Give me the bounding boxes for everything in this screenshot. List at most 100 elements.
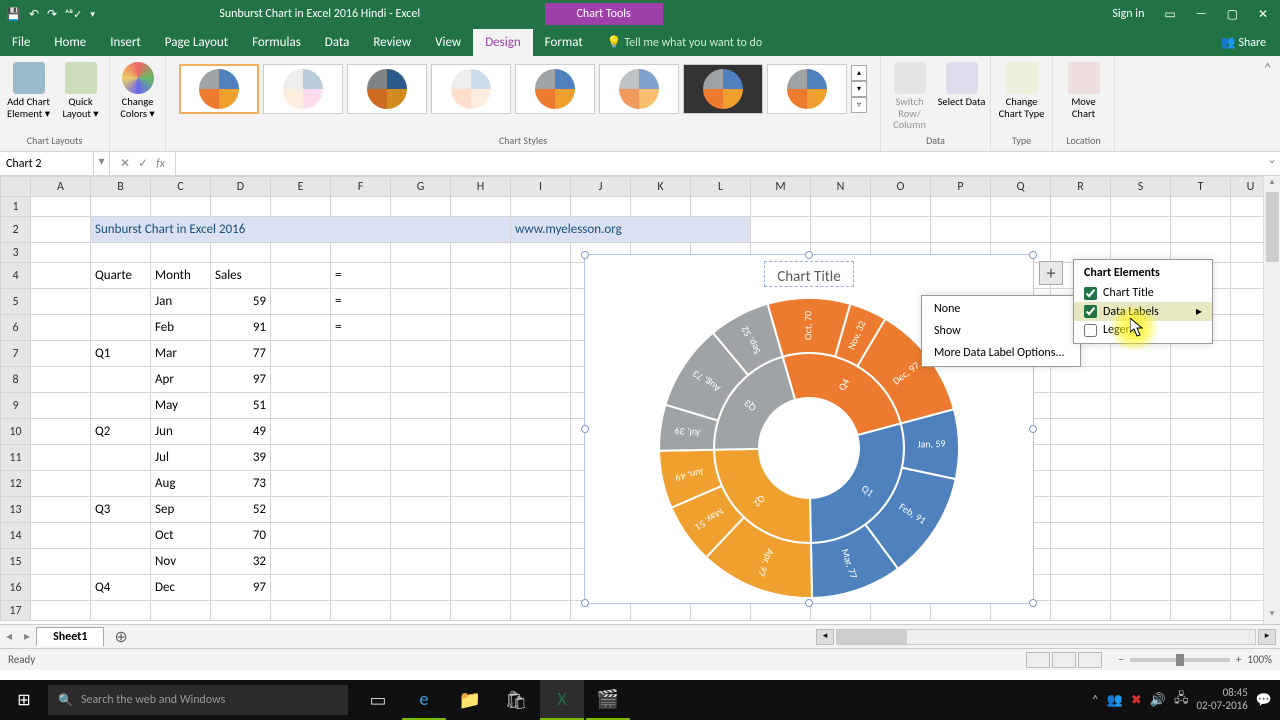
cell-I2[interactable]: www.myelesson.org [511,217,751,243]
cell-C3[interactable] [151,243,211,263]
quick-layout-button[interactable]: Quick Layout ▾ [57,58,105,119]
cell-E9[interactable] [271,393,331,419]
view-page-break-button[interactable] [1078,652,1102,668]
cell-A4[interactable] [31,263,91,289]
cell-A3[interactable] [31,243,91,263]
zoom-level[interactable]: 100% [1247,653,1272,666]
cell-C16[interactable]: Dec [151,575,211,601]
cell-D11[interactable]: 39 [211,445,271,471]
cell-B16[interactable]: Q4 [91,575,151,601]
cell-G12[interactable] [391,471,451,497]
chart-style-8[interactable] [767,64,847,114]
cell-E5[interactable] [271,289,331,315]
cell-C1[interactable] [151,197,211,217]
col-header-P[interactable]: P [931,177,991,197]
cell-S1[interactable] [1111,197,1171,217]
expand-formula-bar-icon[interactable]: ⌄ [1264,152,1280,175]
col-header-G[interactable]: G [391,177,451,197]
cell-E17[interactable] [271,601,331,621]
cell-C5[interactable]: Jan [151,289,211,315]
cell-E15[interactable] [271,549,331,575]
cell-G9[interactable] [391,393,451,419]
cell-D4[interactable]: Sales [211,263,271,289]
new-sheet-button[interactable]: ⊕ [104,627,137,647]
col-header-T[interactable]: T [1171,177,1231,197]
cell-E1[interactable] [271,197,331,217]
enter-formula-icon[interactable]: ✓ [138,156,148,171]
cell-E13[interactable] [271,497,331,523]
cell-S8[interactable] [1111,367,1171,393]
sunburst-chart[interactable]: Q1Jan, 59Feb, 91Mar, 77Q2Apr, 97May, 51J… [654,293,964,603]
cell-B2[interactable]: Sunburst Chart in Excel 2016 [91,217,511,243]
col-header-A[interactable]: A [31,177,91,197]
cell-H10[interactable] [451,419,511,445]
change-colors-button[interactable]: Change Colors ▾ [114,58,162,119]
col-header-N[interactable]: N [811,177,871,197]
cell-F15[interactable] [331,549,391,575]
worksheet-area[interactable]: ABCDEFGHIJKLMNOPQRSTU12Sunburst Chart in… [0,176,1280,624]
cell-D15[interactable]: 32 [211,549,271,575]
cell-F16[interactable] [331,575,391,601]
row-header-3[interactable]: 3 [1,243,31,263]
cell-T2[interactable] [1171,217,1231,243]
cell-A14[interactable] [31,523,91,549]
cell-S14[interactable] [1111,523,1171,549]
cell-Q2[interactable] [991,217,1051,243]
zoom-slider[interactable] [1130,658,1230,662]
cell-C9[interactable]: May [151,393,211,419]
formula-input[interactable] [176,152,1264,175]
cell-G14[interactable] [391,523,451,549]
cell-N1[interactable] [811,197,871,217]
volume-icon[interactable]: 🔊 [1150,693,1166,708]
people-icon[interactable]: 👥 [1107,693,1123,708]
col-header-K[interactable]: K [631,177,691,197]
cell-O1[interactable] [871,197,931,217]
cell-A6[interactable] [31,315,91,341]
row-header-12[interactable]: 12 [1,471,31,497]
cell-F17[interactable] [331,601,391,621]
cell-H3[interactable] [451,243,511,263]
col-header-J[interactable]: J [571,177,631,197]
flyout-chart-title[interactable]: Chart Title [1074,284,1212,302]
chart-style-5[interactable] [515,64,595,114]
cell-E7[interactable] [271,341,331,367]
cell-D10[interactable]: 49 [211,419,271,445]
cell-F11[interactable] [331,445,391,471]
cell-P1[interactable] [931,197,991,217]
cell-T16[interactable] [1171,575,1231,601]
cell-C15[interactable]: Nov [151,549,211,575]
chart-object[interactable]: Chart Title Q1Jan, 59Feb, 91Mar, 77Q2Apr… [584,254,1034,604]
cell-T9[interactable] [1171,393,1231,419]
cell-H12[interactable] [451,471,511,497]
cell-E3[interactable] [271,243,331,263]
cell-T8[interactable] [1171,367,1231,393]
cell-T7[interactable] [1171,341,1231,367]
cell-I7[interactable] [511,341,571,367]
cell-B12[interactable] [91,471,151,497]
cell-F4[interactable]: = [331,263,391,289]
cell-A1[interactable] [31,197,91,217]
cell-T13[interactable] [1171,497,1231,523]
cell-H4[interactable] [451,263,511,289]
cell-E4[interactable] [271,263,331,289]
col-header-C[interactable]: C [151,177,211,197]
row-header-1[interactable]: 1 [1,197,31,217]
cell-G13[interactable] [391,497,451,523]
cell-T10[interactable] [1171,419,1231,445]
zoom-in-button[interactable]: + [1236,653,1241,666]
row-header-5[interactable]: 5 [1,289,31,315]
cell-I5[interactable] [511,289,571,315]
cancel-formula-icon[interactable]: ✕ [120,156,130,171]
cell-H13[interactable] [451,497,511,523]
cell-I13[interactable] [511,497,571,523]
cell-I15[interactable] [511,549,571,575]
name-box-dropdown[interactable]: ▾ [94,152,110,175]
name-box[interactable]: Chart 2 [0,152,94,175]
cell-A17[interactable] [31,601,91,621]
select-all-cell[interactable] [1,177,31,197]
cell-D12[interactable]: 73 [211,471,271,497]
cell-A16[interactable] [31,575,91,601]
cell-F8[interactable] [331,367,391,393]
cell-E14[interactable] [271,523,331,549]
cell-G5[interactable] [391,289,451,315]
